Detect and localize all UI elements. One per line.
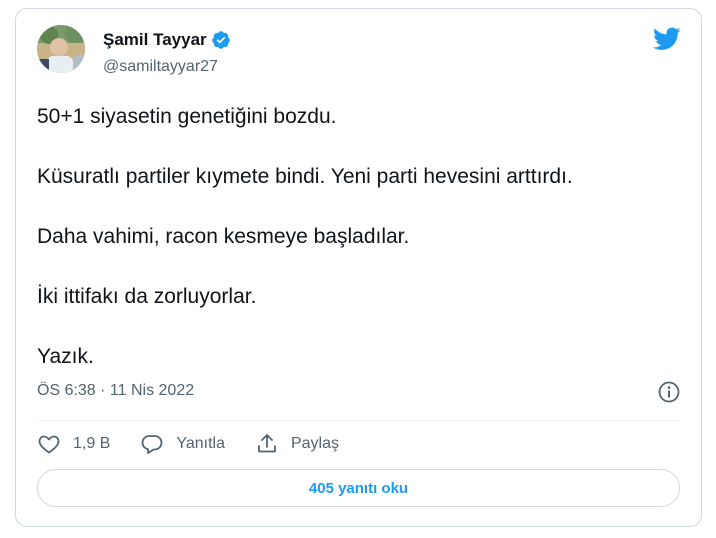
reply-label: Yanıtla [176, 435, 225, 452]
tweet-line: İki ittifakı da zorluyorlar. [37, 285, 257, 308]
tweet-line: Yazık. [37, 345, 94, 368]
like-count: 1,9 B [73, 435, 111, 452]
action-bar: 1,9 B Yanıtla Paylaş [37, 432, 369, 456]
tweet-line: Küsuratlı partiler kıymete bindi. Yeni p… [37, 165, 573, 188]
tweet-line: 50+1 siyasetin genetiğini bozdu. [37, 105, 337, 128]
like-button[interactable]: 1,9 B [37, 432, 110, 456]
heart-icon [38, 435, 60, 454]
avatar[interactable] [37, 25, 85, 73]
share-button[interactable]: Paylaş [255, 432, 339, 456]
twitter-bird-icon[interactable] [653, 27, 681, 51]
verified-badge-icon [211, 31, 230, 49]
tweet-card: Şamil Tayyar @samiltayyar27 50+1 siyaset… [15, 8, 702, 527]
author-handle[interactable]: @samiltayyar27 [103, 58, 218, 76]
reply-button[interactable]: Yanıtla [140, 432, 225, 456]
author-name-row[interactable]: Şamil Tayyar [103, 30, 231, 50]
tweet-timestamp[interactable]: ÖS 6:38 · 11 Nis 2022 [37, 382, 194, 400]
reply-bubble-icon [141, 435, 163, 454]
tweet-line: Daha vahimi, racon kesmeye başladılar. [37, 225, 410, 248]
read-replies-label: 405 yanıtı oku [308, 479, 409, 497]
divider [37, 420, 680, 421]
author-name[interactable]: Şamil Tayyar [103, 30, 207, 50]
share-label: Paylaş [290, 435, 340, 452]
read-replies-button[interactable]: 405 yanıtı oku [37, 469, 680, 507]
info-icon[interactable] [657, 380, 681, 404]
tweet-text: 50+1 siyasetin genetiğini bozdu. Küsurat… [37, 105, 682, 405]
share-icon [258, 434, 276, 453]
